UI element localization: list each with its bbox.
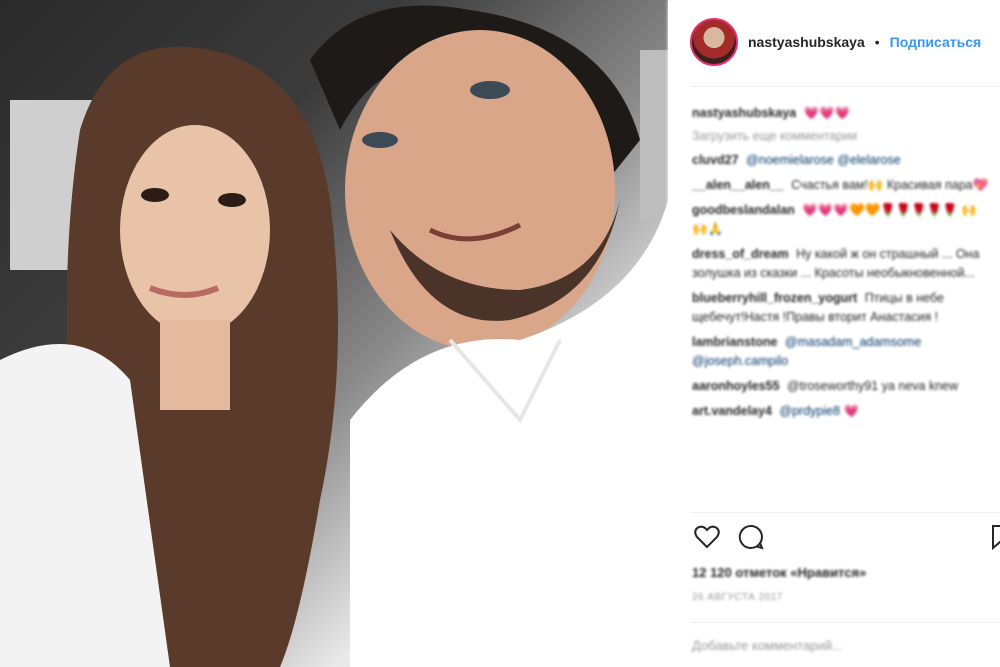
actions-divider xyxy=(690,512,1000,513)
comment-text: @noemielarose @elelarose xyxy=(746,153,901,167)
post-header: nastyashubskaya • Подписаться xyxy=(690,14,981,70)
comment-username[interactable]: cluvd27 xyxy=(692,153,739,167)
woman-eye-left xyxy=(141,188,169,202)
comment-icon[interactable] xyxy=(736,522,766,552)
post-actions xyxy=(692,522,766,552)
footer-divider xyxy=(690,622,1000,623)
comment-text: Счастья вам!🙌 Красивая пара💖 xyxy=(791,178,989,192)
woman-eye-right xyxy=(218,193,246,207)
list-item: blueberryhill_frozen_yogurt Птицы в небе… xyxy=(692,289,992,327)
list-item: goodbeslandalan 💗💗💗🧡🧡🌹🌹🌹🌹🌹 🙌🙌🙏 xyxy=(692,201,992,239)
list-item: aaronhoyles55 @troseworthy91 ya neva kne… xyxy=(692,377,992,396)
avatar[interactable] xyxy=(690,18,738,66)
comment-username[interactable]: __alen__alen__ xyxy=(692,178,784,192)
woman-neck xyxy=(160,320,230,410)
load-more-comments[interactable]: Загрузить еще комментарии xyxy=(692,129,992,143)
comment-text: @prdypie8 💗 xyxy=(779,404,860,418)
separator-dot: • xyxy=(874,34,880,50)
woman-face xyxy=(120,125,270,335)
list-item: art.vandelay4 @prdypie8 💗 xyxy=(692,402,992,421)
likes-count[interactable]: 12 120 отметок «Нравится» xyxy=(692,565,866,580)
caption: nastyashubskaya 💗💗💗 xyxy=(692,104,992,123)
photo-illustration xyxy=(0,5,668,667)
add-comment-input[interactable]: Добавьте комментарий... xyxy=(692,638,843,653)
list-item: cluvd27 @noemielarose @elelarose xyxy=(692,151,992,170)
man-eye-right xyxy=(470,81,510,99)
post-date: 26 АВГУСТА 2017 xyxy=(692,592,783,603)
heart-icon[interactable] xyxy=(692,522,722,552)
caption-text: 💗💗💗 xyxy=(803,106,851,120)
man-eye-left xyxy=(362,132,398,148)
caption-username[interactable]: nastyashubskaya xyxy=(692,106,796,120)
list-item: dress_of_dream Ну какой ж он страшный ..… xyxy=(692,245,992,283)
comment-username[interactable]: aaronhoyles55 xyxy=(692,379,780,393)
header-divider xyxy=(690,86,1000,87)
comment-username[interactable]: art.vandelay4 xyxy=(692,404,772,418)
bookmark-icon[interactable] xyxy=(985,522,1000,552)
follow-button[interactable]: Подписаться xyxy=(890,34,982,50)
car-window-right xyxy=(640,50,668,220)
post-photo[interactable] xyxy=(0,0,668,667)
comment-username[interactable]: goodbeslandalan xyxy=(692,203,795,217)
comments-list: nastyashubskaya 💗💗💗 Загрузить еще коммен… xyxy=(692,104,992,427)
list-item: __alen__alen__ Счастья вам!🙌 Красивая па… xyxy=(692,176,992,195)
comment-text: @troseworthy91 ya neva knew xyxy=(787,379,959,393)
post-username[interactable]: nastyashubskaya xyxy=(748,34,865,50)
comment-username[interactable]: lambrianstone xyxy=(692,335,777,349)
comment-username[interactable]: blueberryhill_frozen_yogurt xyxy=(692,291,857,305)
comment-username[interactable]: dress_of_dream xyxy=(692,247,789,261)
list-item: lambrianstone @masadam_adamsome @joseph.… xyxy=(692,333,992,371)
